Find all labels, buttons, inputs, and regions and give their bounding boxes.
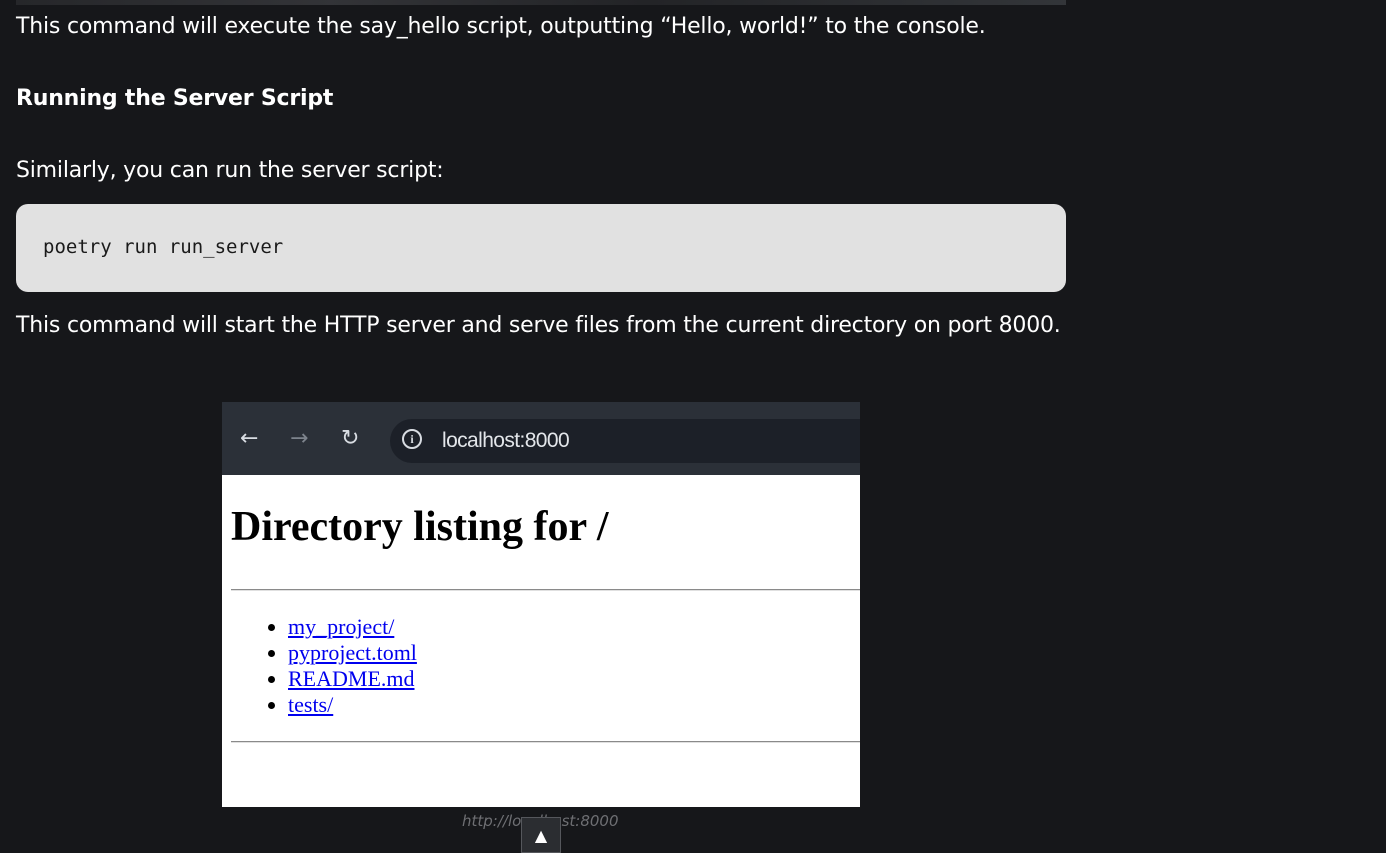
divider: [231, 589, 860, 591]
list-item: pyproject.toml: [288, 640, 417, 666]
code-block[interactable]: poetry run run_server: [16, 204, 1066, 292]
browser-screenshot-image: ← → ↻ i localhost:8000 Directory listing…: [222, 402, 860, 807]
divider: [231, 741, 860, 743]
info-icon: i: [402, 429, 422, 449]
code-line[interactable]: poetry run run_server: [43, 236, 283, 258]
address-bar: i localhost:8000: [390, 419, 860, 463]
server-intro-text: Similarly, you can run the server script…: [16, 158, 444, 183]
say-hello-description: This command will execute the say_hello …: [16, 14, 986, 39]
back-to-top-button[interactable]: ▲: [521, 817, 561, 853]
file-link: pyproject.toml: [288, 640, 417, 665]
server-description: This command will start the HTTP server …: [16, 313, 1061, 338]
file-link: README.md: [288, 666, 415, 691]
previous-content-edge: [16, 0, 1066, 5]
reload-icon: ↻: [341, 426, 360, 451]
directory-listing-title: Directory listing for /: [231, 504, 609, 550]
arrow-right-icon: →: [290, 426, 309, 451]
directory-list: my_project/ pyproject.toml README.md tes…: [222, 614, 417, 718]
section-heading-server: Running the Server Script: [16, 86, 334, 111]
browser-toolbar: ← → ↻ i localhost:8000: [222, 402, 860, 475]
address-url: localhost:8000: [442, 429, 570, 452]
list-item: tests/: [288, 692, 417, 718]
list-item: my_project/: [288, 614, 417, 640]
list-item: README.md: [288, 666, 417, 692]
arrow-left-icon: ←: [240, 426, 259, 451]
directory-link: my_project/: [288, 614, 395, 639]
directory-link: tests/: [288, 692, 334, 717]
